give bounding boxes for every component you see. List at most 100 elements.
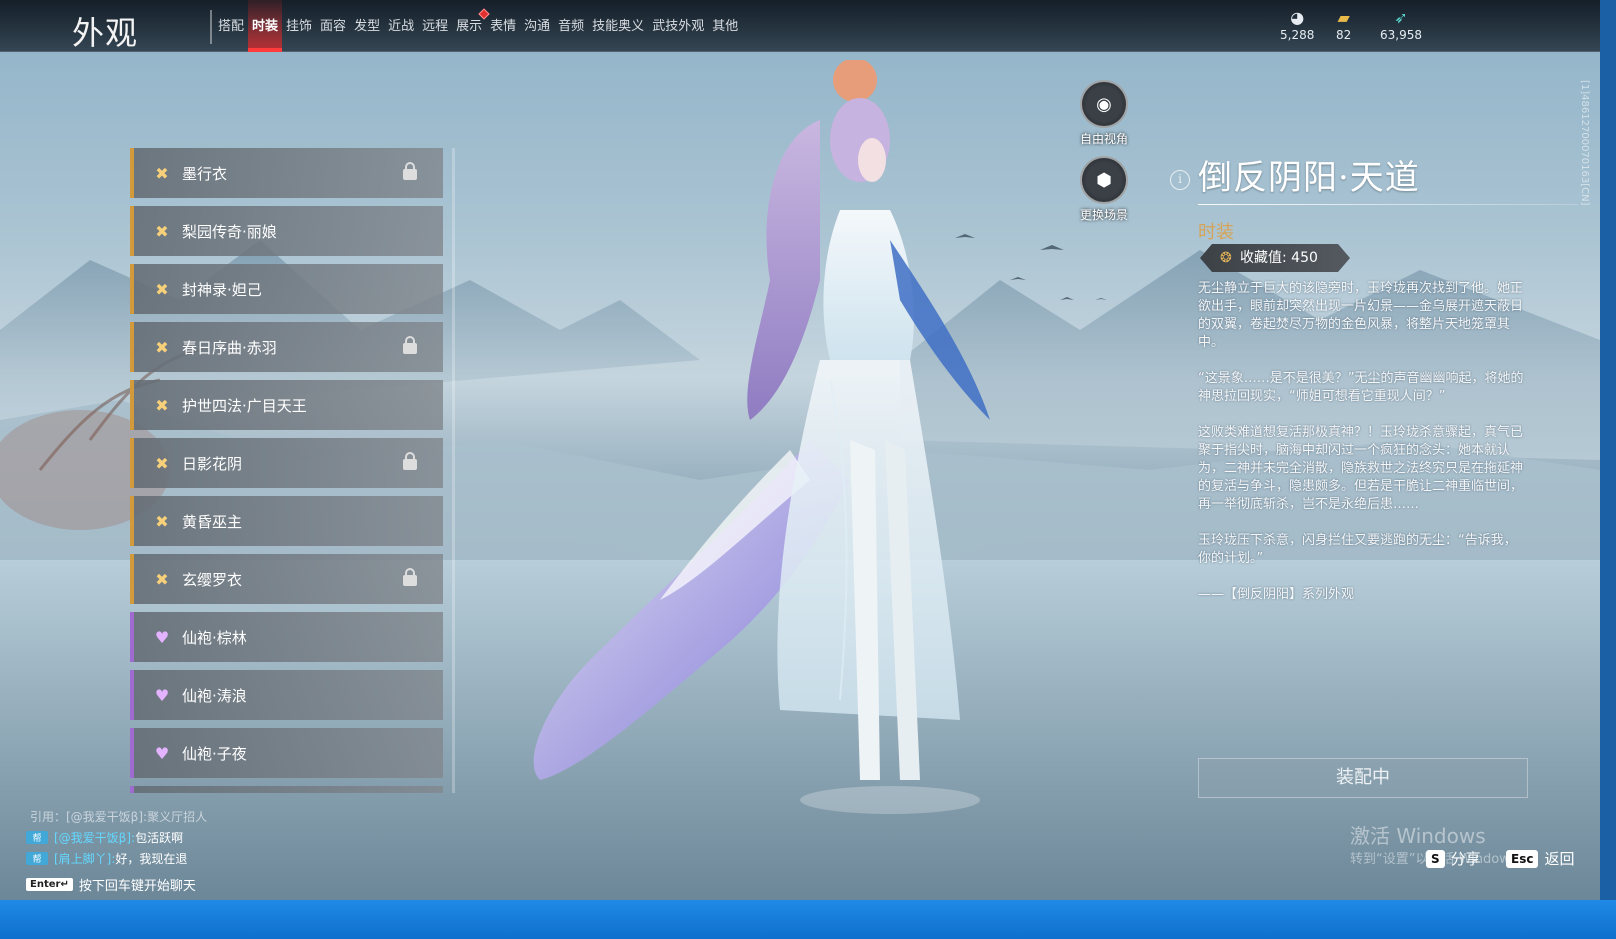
outfit-list-item-label: 日影花阴 (182, 454, 243, 473)
tab-4[interactable]: 发型 (350, 0, 384, 52)
outfit-list-item[interactable]: ✖ 墨行衣 (130, 148, 443, 198)
outfit-list-scrollbar[interactable] (452, 148, 455, 793)
currency-ticket: ▰ 82 (1336, 8, 1351, 42)
os-taskbar (0, 900, 1616, 939)
tab-7[interactable]: 展示 (452, 0, 490, 52)
outfit-list-item[interactable]: ✖ 封神录·妲己 (130, 264, 443, 314)
outfit-list-item-label: 梨园传奇·丽娘 (182, 222, 277, 241)
gold-rarity-icon: ✖ (155, 163, 169, 183)
camera-icon: ◉ (1096, 93, 1112, 115)
tab-1[interactable]: 时装 (248, 0, 283, 52)
outfit-list-item[interactable]: ✖ 护世四法·广目天王 (130, 380, 443, 430)
tab-2[interactable]: 挂饰 (282, 0, 316, 52)
description-paragraph: 这败类难道想复活那极真神？！玉玲珑杀意骤起，真气已聚于指尖时，脑海中却闪过一个疯… (1198, 425, 1524, 512)
character-model[interactable] (490, 60, 1050, 840)
outfit-list-item-label: 春日序曲·赤羽 (182, 338, 277, 357)
outfit-list-item-label: 封神录·妲己 (182, 280, 262, 299)
outfit-list-item-label: 黄昏巫主 (182, 512, 243, 531)
tab-10[interactable]: 音频 (554, 0, 588, 52)
coin-icon: ❂ (1220, 250, 1232, 266)
outfit-list-item-label: 玄缨罗衣 (182, 570, 243, 589)
currency-feather: ➶ 63,958 (1380, 8, 1422, 42)
cube-icon: ⬢ (1096, 169, 1112, 191)
share-button[interactable]: S 分享 (1426, 848, 1481, 869)
outfit-list-item[interactable]: ✖ 梨园传奇·丽娘 (130, 206, 443, 256)
description-paragraph: 无尘静立于巨大的该隐旁时，玉玲珑再次找到了他。她正欲出手，眼前却突然出现一片幻景… (1198, 281, 1524, 350)
tab-3[interactable]: 面容 (316, 0, 350, 52)
gold-rarity-icon: ✖ (155, 221, 169, 241)
change-scene-button[interactable]: ⬢ (1080, 156, 1128, 204)
outfit-list-item[interactable]: ♥ 仙袍·子夜 (130, 728, 443, 778)
page-title: 外观 (72, 14, 139, 52)
esc-key: Esc (1506, 849, 1539, 868)
back-button[interactable]: Esc 返回 (1506, 848, 1574, 869)
tab-11[interactable]: 技能奥义 (588, 0, 648, 52)
outfit-list-item-label: 仙袍·涛浪 (182, 686, 247, 705)
gold-rarity-icon: ✖ (155, 395, 169, 415)
lock-icon (403, 162, 417, 180)
equipped-button[interactable]: 装配中 (1198, 758, 1528, 798)
tab-0[interactable]: 搭配 (214, 0, 248, 52)
chat-message[interactable]: 帮 [@我爱干饭β]: 包活跃啊 (26, 829, 326, 846)
purple-rarity-icon: ♥ (154, 743, 170, 763)
name-divider (1198, 204, 1578, 205)
currency-mask: ◕ 5,288 (1280, 8, 1314, 42)
ticket-currency-icon: ▰ (1337, 8, 1350, 27)
outfit-list-item[interactable]: ♥ 仙袍·棕林 (130, 612, 443, 662)
gold-rarity-icon: ✖ (155, 569, 169, 589)
mask-currency-icon: ◕ (1290, 8, 1305, 27)
currency-value: 63,958 (1380, 28, 1422, 42)
description-paragraph: ——【倒反阴阳】系列外观 (1198, 587, 1355, 602)
outfit-list-item-label: 仙袍·棕林 (182, 628, 247, 647)
player-id-vertical: [1]48612700070163[CN] (1579, 80, 1590, 206)
top-bar: 外观 搭配 时装 挂饰 面容 发型 近战 远程 展示 表情 沟通 音频 技能奥义 武技外观 其他 ◕ 5,… (0, 0, 1600, 52)
share-label: 分享 (1450, 850, 1481, 868)
gold-rarity-icon: ✖ (155, 337, 169, 357)
chat-input-hint[interactable]: Enter↵ 按下回车键开始聊天 (26, 875, 326, 894)
lock-icon (403, 568, 417, 586)
free-view-button[interactable]: ◉ (1080, 80, 1128, 128)
description-paragraph: “这景象……是不是很美？”无尘的声音幽幽响起，将她的神思拉回现实，“师姐可想看它… (1198, 371, 1524, 404)
outfit-list-item[interactable]: ✖ 玄缨罗衣 (130, 554, 443, 604)
outfit-list-item[interactable]: ✖ 春日序曲·赤羽 (130, 322, 443, 372)
tab-5[interactable]: 近战 (384, 0, 418, 52)
chat-hint-text: 按下回车键开始聊天 (78, 879, 196, 894)
channel-badge-icon: 帮 (26, 852, 48, 865)
chat-sender[interactable]: [@我爱干饭β]: (54, 829, 135, 846)
chat-message[interactable]: 帮 [肩上脚丫]: 好，我现在退 (26, 850, 326, 867)
chat-quote: 引用：[@我爱干饭β]:聚义厅招人 (30, 810, 208, 824)
chat-text: 好，我现在退 (115, 852, 188, 866)
enter-key-icon: Enter↵ (26, 878, 73, 891)
channel-badge-icon: 帮 (26, 831, 48, 844)
chat-sender[interactable]: [肩上脚丫]: (54, 850, 115, 867)
outfit-list-item[interactable]: ✖ 黄昏巫主 (130, 496, 443, 546)
outfit-list-item-label: 仙袍·子夜 (182, 744, 247, 763)
lock-icon (403, 336, 417, 354)
tab-13[interactable]: 其他 (708, 0, 742, 52)
free-view-label: 自由视角 (1080, 132, 1129, 146)
outfit-list-item[interactable]: ✖ 日影花阴 (130, 438, 443, 488)
collect-value-badge: ❂ 收藏值: 450 (1200, 244, 1350, 272)
chat-panel: 引用：[@我爱干饭β]:聚义厅招人 帮 [@我爱干饭β]: 包活跃啊 帮 [肩上… (26, 808, 326, 894)
gold-rarity-icon: ✖ (155, 279, 169, 299)
tab-9[interactable]: 沟通 (520, 0, 554, 52)
purple-rarity-icon: ♥ (154, 685, 170, 705)
collect-value: 收藏值: 450 (1240, 250, 1318, 266)
tab-12[interactable]: 武技外观 (648, 0, 708, 52)
lock-icon (403, 452, 417, 470)
purple-rarity-icon: ♥ (154, 627, 170, 647)
category-tabs: 搭配 时装 挂饰 面容 发型 近战 远程 展示 表情 沟通 音频 技能奥义 武技外观 其他 (214, 0, 742, 52)
outfit-list-item-partial[interactable] (130, 786, 443, 793)
back-label: 返回 (1544, 850, 1575, 868)
outfit-list: ✖ 墨行衣 ✖ 梨园传奇·丽娘 ✖ 封神录·妲己 ✖ 春日序曲·赤羽 ✖ 护世四法·广目天王 ✖ 日影… (130, 148, 448, 793)
info-icon[interactable]: i (1170, 170, 1190, 190)
tab-6[interactable]: 远程 (418, 0, 452, 52)
change-scene-label: 更换场景 (1080, 208, 1129, 222)
tab-8[interactable]: 表情 (486, 0, 520, 52)
outfit-name: 倒反阴阳·天道 (1198, 158, 1420, 198)
window-edge (1600, 0, 1616, 900)
outfit-list-item[interactable]: ♥ 仙袍·涛浪 (130, 670, 443, 720)
outfit-category: 时装 (1198, 222, 1234, 243)
title-divider (210, 10, 212, 44)
outfit-list-item-label: 墨行衣 (182, 164, 228, 183)
